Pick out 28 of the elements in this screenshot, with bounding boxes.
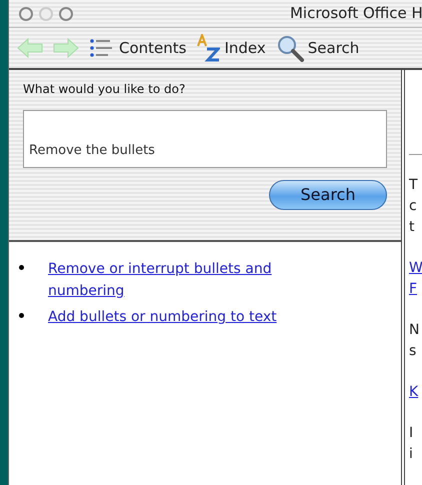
text-fragment: T bbox=[409, 176, 419, 195]
topic-link-fragment[interactable]: F bbox=[409, 279, 422, 300]
list-icon bbox=[89, 37, 115, 59]
question-label: What would you like to do? bbox=[23, 81, 186, 98]
search-button[interactable]: Search bbox=[269, 180, 387, 210]
bullet-icon bbox=[19, 265, 24, 270]
text-fragment: N bbox=[409, 321, 420, 340]
toolbar-button[interactable]: Search bbox=[276, 34, 360, 62]
bullet-icon bbox=[19, 313, 24, 318]
window-title: Microsoft Office H bbox=[290, 3, 422, 24]
forward-arrow-icon[interactable] bbox=[53, 38, 79, 58]
magnifier-icon bbox=[276, 34, 304, 62]
minimize-light-icon[interactable] bbox=[39, 6, 53, 20]
text-fragment: I bbox=[409, 424, 414, 443]
result-link[interactable]: Remove or interrupt bullets and numbering bbox=[48, 258, 318, 302]
text-fragment: s bbox=[409, 342, 418, 361]
result-link[interactable]: Add bullets or numbering to text bbox=[48, 306, 318, 328]
a-to-z-icon bbox=[196, 34, 220, 62]
back-arrow-icon[interactable] bbox=[17, 38, 43, 58]
topic-link-fragment[interactable]: K bbox=[409, 382, 422, 403]
text-fragment: c bbox=[409, 197, 418, 216]
toolbar-button[interactable]: Index bbox=[196, 34, 266, 62]
close-light-icon[interactable] bbox=[19, 6, 33, 20]
question-field[interactable]: Remove the bullets bbox=[23, 110, 387, 168]
zoom-light-icon[interactable] bbox=[59, 6, 73, 20]
toolbar-button[interactable]: Contents bbox=[89, 36, 186, 60]
text-fragment: i bbox=[409, 445, 414, 464]
text-fragment: t bbox=[409, 218, 416, 237]
